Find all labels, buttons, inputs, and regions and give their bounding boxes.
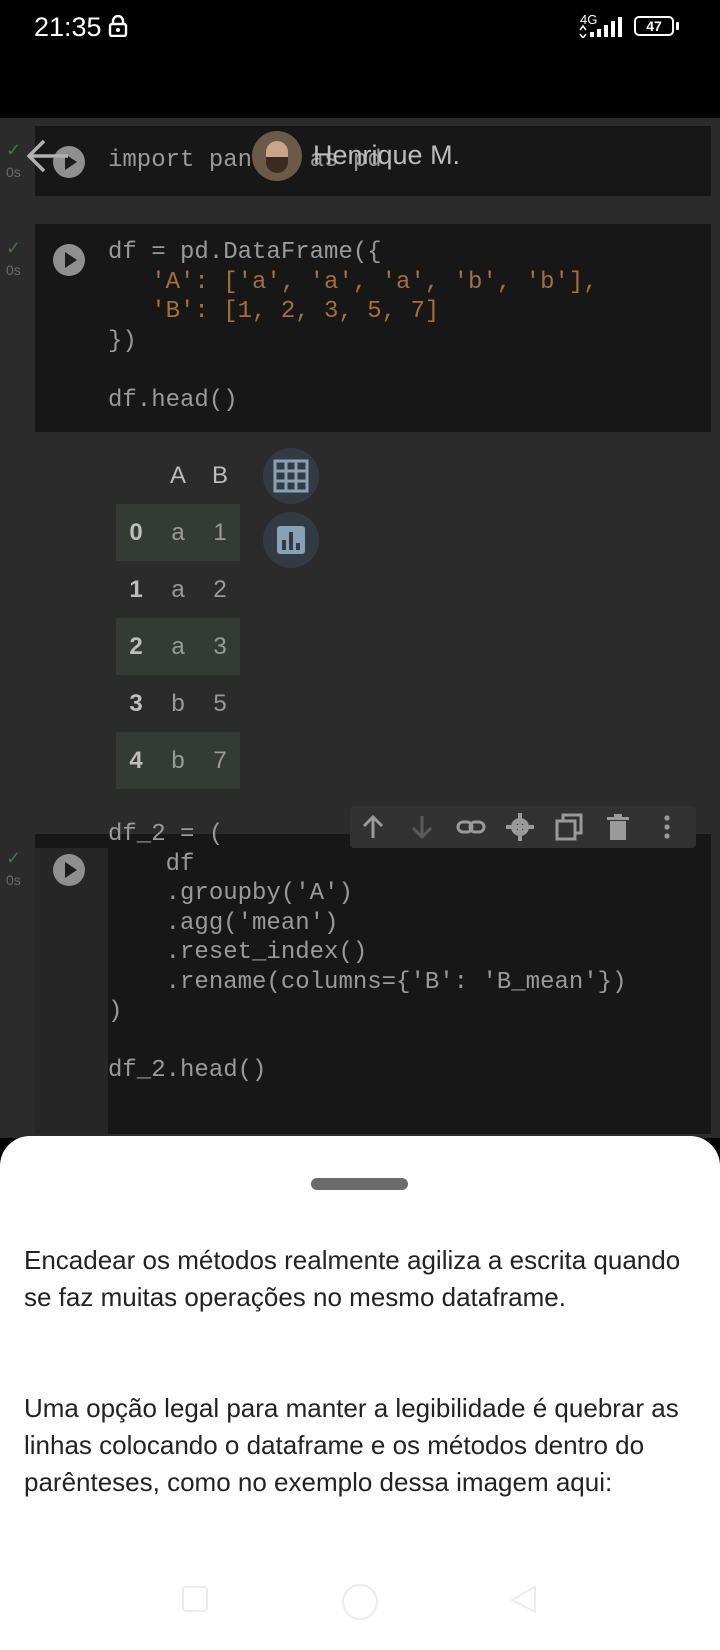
bottom-sheet: Encadear os métodos realmente agiliza a … — [0, 1136, 720, 1650]
table-row: 2 a 3 — [116, 618, 240, 675]
code-line: .groupby('A') — [108, 880, 353, 907]
bar-chart-icon — [277, 526, 305, 554]
code-line: .rename(columns={'B': 'B_mean'}) — [108, 968, 627, 996]
cell-value: 5 — [213, 689, 227, 717]
code-line: 'A': ['a', 'a', 'a', 'b', 'b'], — [108, 268, 598, 296]
code-line: df = pd.DataFrame({ — [108, 239, 382, 266]
row-index: 0 — [129, 518, 143, 546]
battery-tip — [676, 22, 679, 30]
cell-duration: 0s — [6, 872, 21, 888]
cell-value: 7 — [213, 746, 227, 774]
chart-suggest-button[interactable] — [263, 512, 319, 568]
cell-duration: 0s — [6, 164, 21, 180]
back-arrow-icon[interactable] — [26, 138, 70, 174]
trash-icon[interactable] — [603, 812, 633, 842]
lock-icon — [108, 15, 128, 37]
code-cell[interactable]: df = pd.DataFrame({ 'A': ['a', 'a', 'a',… — [35, 224, 711, 432]
signal-icon — [579, 17, 622, 38]
index-header — [116, 448, 156, 504]
arrow-down-icon[interactable] — [407, 812, 437, 842]
column-header: B — [211, 462, 228, 489]
mirror-cell-icon[interactable] — [554, 812, 584, 842]
caption-paragraph: Encadear os métodos realmente agiliza a … — [24, 1245, 681, 1312]
author-name[interactable]: Henrique M. — [313, 140, 460, 171]
column-header: A — [169, 462, 186, 489]
home-icon[interactable] — [340, 1582, 380, 1622]
cell-value: 2 — [213, 575, 227, 603]
cell-value: b — [171, 746, 185, 774]
gear-icon[interactable] — [505, 812, 535, 842]
notebook-content: import pandas as pd ✓ 0s df = pd.DataFra… — [0, 118, 720, 1138]
run-cell-button[interactable] — [53, 244, 85, 276]
avatar[interactable] — [252, 131, 302, 181]
caption-paragraph: Uma opção legal para manter a legibilida… — [24, 1393, 679, 1497]
link-icon[interactable] — [456, 812, 486, 842]
arrow-up-icon[interactable] — [358, 812, 388, 842]
cell-value: a — [171, 575, 185, 603]
battery-indicator: 47 — [634, 16, 674, 36]
run-cell-button[interactable] — [53, 854, 85, 886]
table-view-button[interactable] — [263, 448, 319, 504]
cell-code: df_2 = ( df .groupby('A') .agg('mean') .… — [108, 820, 626, 1086]
cell-duration: 0s — [6, 262, 21, 278]
cell-value: b — [171, 689, 185, 717]
code-line: }) — [108, 327, 137, 355]
table-row: 3 b 5 — [116, 675, 240, 732]
cell-value: a — [171, 518, 185, 546]
cell-value: 3 — [213, 632, 227, 660]
row-index: 4 — [129, 746, 143, 774]
code-line: .agg('mean') — [108, 909, 339, 937]
drag-handle[interactable] — [311, 1178, 408, 1190]
dataframe-output: A B 0 a 1 1 a 2 2 a 3 3 b 5 4 b 7 — [116, 448, 240, 789]
check-icon: ✓ — [6, 238, 22, 258]
status-time: 21:35 — [34, 12, 102, 42]
system-nav-bar — [0, 1582, 720, 1632]
cell-gutter — [35, 848, 108, 1134]
header-bar-background — [0, 56, 720, 118]
avatar-beard — [266, 157, 288, 173]
more-vertical-icon[interactable] — [652, 812, 682, 842]
cell-code: df = pd.DataFrame({ 'A': ['a', 'a', 'a',… — [108, 238, 598, 415]
status-bar: 21:35 4G 47 — [0, 0, 720, 56]
code-line: df — [108, 850, 195, 878]
table-row: 4 b 7 — [116, 732, 240, 789]
code-line: df_2 = ( — [108, 821, 224, 848]
check-icon: ✓ — [6, 140, 22, 160]
recents-icon[interactable] — [180, 1584, 210, 1614]
cell-toolbar — [350, 806, 696, 848]
table-row: 0 a 1 — [116, 504, 240, 561]
table-row: 1 a 2 — [116, 561, 240, 618]
row-index: 1 — [129, 575, 143, 603]
back-nav-icon[interactable] — [508, 1584, 538, 1614]
code-line: 'B': [1, 2, 3, 5, 7] — [108, 298, 440, 325]
code-line: df_2.head() — [108, 1057, 267, 1084]
code-line: .reset_index() — [108, 939, 368, 966]
cell-value: a — [171, 632, 185, 660]
table-icon — [273, 459, 309, 493]
table-header: A B — [116, 448, 240, 504]
row-index: 2 — [129, 632, 143, 660]
check-icon: ✓ — [6, 848, 22, 868]
cell-value: 1 — [213, 518, 227, 546]
code-line: df.head() — [108, 386, 238, 414]
row-index: 3 — [129, 689, 143, 717]
code-line: ) — [108, 998, 123, 1025]
